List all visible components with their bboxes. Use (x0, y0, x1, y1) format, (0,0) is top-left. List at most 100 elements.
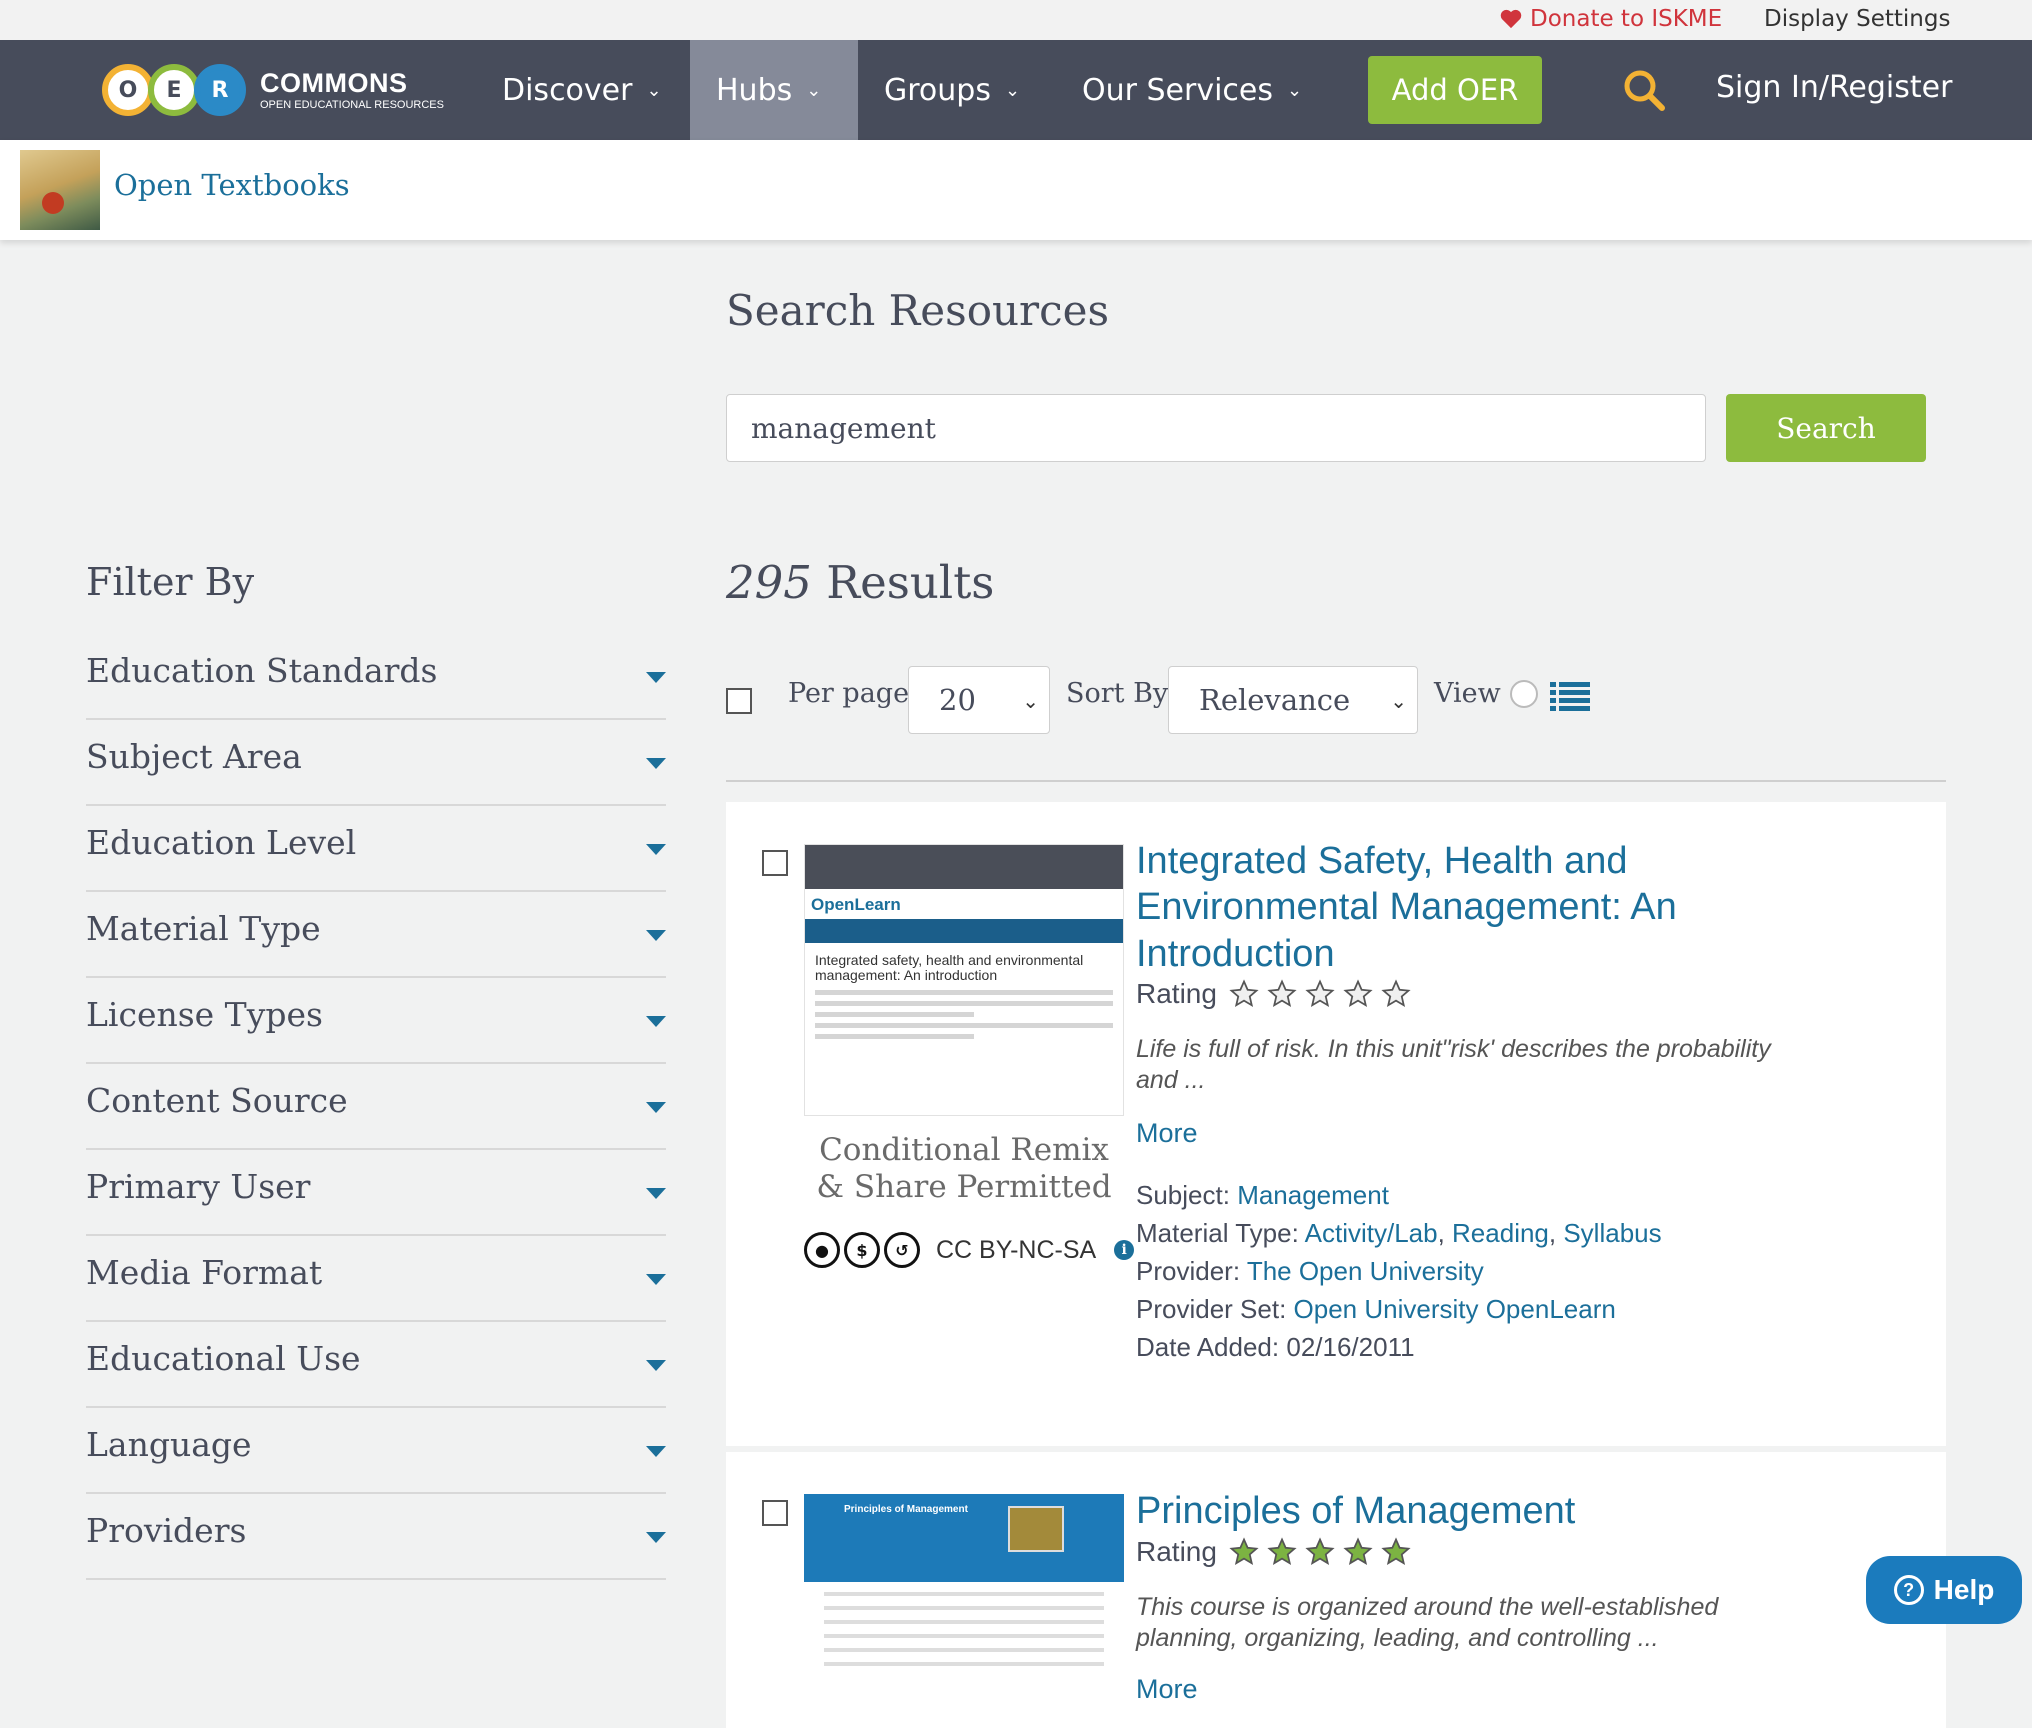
nav-our-services[interactable]: Our Services ⌄ (1056, 40, 1328, 140)
search-input[interactable] (726, 394, 1706, 462)
chevron-down-icon: ⌄ (1390, 689, 1407, 713)
help-label: Help (1933, 1574, 1995, 1605)
caret-down-icon (646, 1102, 666, 1113)
result-card: OpenLearn Integrated safety, health and … (726, 802, 1946, 1446)
donate-link[interactable]: Donate to ISKME (1500, 6, 1722, 32)
results-controls: Per page 20 ⌄ Sort By Relevance ⌄ View (726, 666, 1946, 734)
thumbnail-header (805, 845, 1123, 889)
filter-label: Material Type (86, 908, 321, 948)
filter-label: Educational Use (86, 1338, 361, 1378)
info-icon[interactable]: i (1114, 1240, 1135, 1260)
hub-thumbnail-sun (42, 192, 64, 214)
meta-date-label: Date Added: (1136, 1332, 1280, 1362)
material-link[interactable]: Activity/Lab (1305, 1218, 1438, 1248)
more-link[interactable]: More (1136, 1674, 1198, 1705)
thumbnail-heading: Principles of Management (844, 1504, 968, 1515)
per-page-label: Per page (788, 678, 910, 709)
filter-education-level[interactable]: Education Level (86, 806, 666, 892)
result-title-link[interactable]: Principles of Management (1136, 1488, 1836, 1534)
nav-discover[interactable]: Discover ⌄ (476, 40, 688, 140)
display-settings-link[interactable]: Display Settings (1764, 6, 1950, 32)
filter-subject-area[interactable]: Subject Area (86, 720, 666, 806)
select-all-checkbox[interactable] (726, 688, 752, 714)
sort-by-select[interactable]: Relevance ⌄ (1168, 666, 1418, 734)
star-icon[interactable] (1229, 1537, 1259, 1567)
material-link[interactable]: Syllabus (1563, 1218, 1661, 1248)
nav-groups[interactable]: Groups ⌄ (858, 40, 1046, 140)
filter-content-source[interactable]: Content Source (86, 1064, 666, 1150)
help-button[interactable]: ? Help (1866, 1556, 2022, 1624)
star-icon[interactable] (1229, 979, 1259, 1009)
star-icon[interactable] (1343, 1537, 1373, 1567)
cc-nc-icon: $ (844, 1232, 880, 1268)
meta-provider: Provider: The Open University (1136, 1256, 1662, 1294)
result-checkbox[interactable] (762, 850, 788, 876)
provider-link[interactable]: The Open University (1247, 1256, 1484, 1286)
filter-language[interactable]: Language (86, 1408, 666, 1494)
per-page-value: 20 (939, 683, 976, 717)
thumbnail-line (815, 1011, 974, 1017)
result-title-link[interactable]: Integrated Safety, Health and Environmen… (1136, 838, 1836, 977)
star-icon[interactable] (1381, 979, 1411, 1009)
filter-providers[interactable]: Providers (86, 1494, 666, 1580)
filter-label: Education Level (86, 822, 357, 862)
star-icon[interactable] (1343, 979, 1373, 1009)
results-count: 295 Results (726, 556, 994, 609)
per-page-select[interactable]: 20 ⌄ (908, 666, 1050, 734)
star-icon[interactable] (1305, 979, 1335, 1009)
more-link[interactable]: More (1136, 1118, 1198, 1149)
logo-ring-o: O (102, 64, 154, 116)
filter-media-format[interactable]: Media Format (86, 1236, 666, 1322)
nav-discover-label: Discover (502, 72, 633, 108)
star-icon[interactable] (1267, 979, 1297, 1009)
add-oer-button[interactable]: Add OER (1368, 56, 1542, 124)
result-thumbnail[interactable]: OpenLearn Integrated safety, health and … (804, 844, 1124, 1116)
nav-hubs[interactable]: Hubs ⌄ (690, 40, 858, 140)
thumbnail-photo (1008, 1506, 1064, 1552)
thumbnail-line (824, 1620, 1104, 1624)
result-checkbox[interactable] (762, 1500, 788, 1526)
logo-ring-e: E (148, 64, 200, 116)
logo-ring-r: R (194, 64, 246, 116)
sign-in-register-link[interactable]: Sign In/Register (1716, 70, 1952, 105)
filter-label: Content Source (86, 1080, 348, 1120)
chevron-down-icon: ⌄ (1022, 689, 1039, 713)
thumbnail-line (815, 1022, 1113, 1028)
chevron-down-icon: ⌄ (646, 79, 662, 101)
utility-bar: Donate to ISKME Display Settings (0, 0, 2032, 40)
filter-education-standards[interactable]: Education Standards (86, 634, 666, 720)
search-icon[interactable] (1620, 66, 1668, 114)
filter-label: Media Format (86, 1252, 323, 1292)
filter-label: Subject Area (86, 736, 302, 776)
result-metadata: Subject: Management Material Type: Activ… (1136, 1180, 1662, 1370)
caret-down-icon (646, 1446, 666, 1457)
caret-down-icon (646, 1016, 666, 1027)
heart-icon (1500, 9, 1522, 29)
oer-commons-logo[interactable]: O E R COMMONS OPEN EDUCATIONAL RESOURCES (102, 64, 444, 116)
thumbnail-line (824, 1634, 1104, 1638)
material-link[interactable]: Reading (1452, 1218, 1549, 1248)
view-radio[interactable] (1510, 680, 1538, 708)
star-icon[interactable] (1381, 1537, 1411, 1567)
hub-title-link[interactable]: Open Textbooks (114, 168, 350, 202)
provider-set-link[interactable]: Open University OpenLearn (1294, 1294, 1616, 1324)
star-icon[interactable] (1267, 1537, 1297, 1567)
caret-down-icon (646, 1274, 666, 1285)
rating-label: Rating (1136, 1536, 1217, 1567)
filter-primary-user[interactable]: Primary User (86, 1150, 666, 1236)
hub-thumbnail[interactable] (20, 150, 100, 230)
filter-license-types[interactable]: License Types (86, 978, 666, 1064)
result-description: Life is full of risk. In this unit"risk'… (1136, 1035, 1771, 1095)
result-thumbnail[interactable]: Principles of Management (804, 1494, 1124, 1728)
filter-educational-use[interactable]: Educational Use (86, 1322, 666, 1408)
list-view-icon[interactable] (1550, 680, 1590, 712)
meta-date-value: 02/16/2011 (1286, 1332, 1415, 1362)
subject-link[interactable]: Management (1237, 1180, 1389, 1210)
search-button[interactable]: Search (1726, 394, 1926, 462)
nav-hubs-label: Hubs (716, 72, 793, 108)
thumbnail-line (815, 1033, 974, 1039)
thumbnail-banner: Principles of Management (804, 1494, 1124, 1582)
filter-label: Education Standards (86, 650, 438, 690)
star-icon[interactable] (1305, 1537, 1335, 1567)
filter-material-type[interactable]: Material Type (86, 892, 666, 978)
